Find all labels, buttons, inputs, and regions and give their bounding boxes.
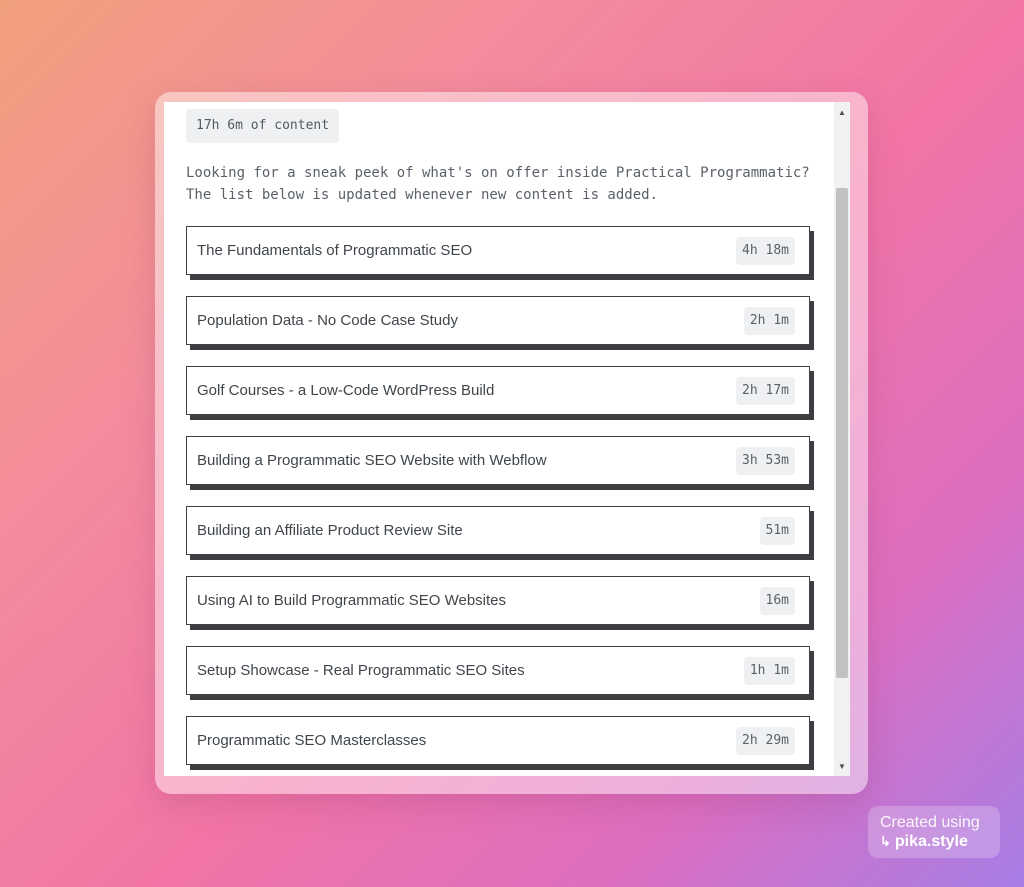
course-title: Building a Programmatic SEO Website with… <box>197 452 547 469</box>
total-content-badge: 17h 6m of content <box>186 109 340 143</box>
return-arrow-icon: ↳ <box>880 834 891 849</box>
course-title: Using AI to Build Programmatic SEO Websi… <box>197 592 507 609</box>
scrollbar-thumb[interactable] <box>836 188 848 678</box>
watermark-brand: pika.style <box>894 833 968 850</box>
scroll-content[interactable]: 17h 6m of content Looking for a sneak pe… <box>164 102 834 776</box>
course-card[interactable]: Programmatic SEO Masterclasses 2h 29m <box>186 716 810 765</box>
duration-badge: 2h 29m <box>736 726 795 755</box>
duration-badge: 1h 1m <box>743 656 795 685</box>
course-title: Population Data - No Code Case Study <box>197 312 458 329</box>
course-title: Golf Courses - a Low-Code WordPress Buil… <box>197 382 495 399</box>
duration-badge: 51m <box>759 516 795 545</box>
course-title: Setup Showcase - Real Programmatic SEO S… <box>197 662 525 679</box>
duration-badge: 16m <box>759 586 795 615</box>
watermark-line1: Created using <box>880 814 980 831</box>
course-card[interactable]: Building a Programmatic SEO Website with… <box>186 436 810 485</box>
course-card[interactable]: Golf Courses - a Low-Code WordPress Buil… <box>186 366 810 415</box>
course-card[interactable]: Using AI to Build Programmatic SEO Websi… <box>186 576 810 625</box>
pika-watermark: Created using ↳ pika.style <box>868 806 1000 858</box>
duration-badge: 2h 17m <box>736 376 795 405</box>
vertical-scrollbar[interactable]: ▲ ▼ <box>834 102 850 776</box>
course-title: The Fundamentals of Programmatic SEO <box>197 242 473 259</box>
triangle-up-icon[interactable]: ▲ <box>834 104 850 120</box>
course-title: Programmatic SEO Masterclasses <box>197 732 427 749</box>
intro-text: Looking for a sneak peek of what's on of… <box>186 165 810 203</box>
duration-badge: 3h 53m <box>736 446 795 475</box>
course-card[interactable]: Building an Affiliate Product Review Sit… <box>186 506 810 555</box>
duration-badge: 4h 18m <box>736 236 795 265</box>
triangle-down-icon[interactable]: ▼ <box>834 758 850 774</box>
content-window: 17h 6m of content Looking for a sneak pe… <box>164 102 850 776</box>
course-card[interactable]: Setup Showcase - Real Programmatic SEO S… <box>186 646 810 695</box>
duration-badge: 2h 1m <box>743 306 795 335</box>
watermark-line2-row: ↳ pika.style <box>880 832 988 852</box>
course-card[interactable]: Population Data - No Code Case Study 2h … <box>186 296 810 345</box>
course-title: Building an Affiliate Product Review Sit… <box>197 522 463 539</box>
course-card[interactable]: The Fundamentals of Programmatic SEO 4h … <box>186 226 810 275</box>
